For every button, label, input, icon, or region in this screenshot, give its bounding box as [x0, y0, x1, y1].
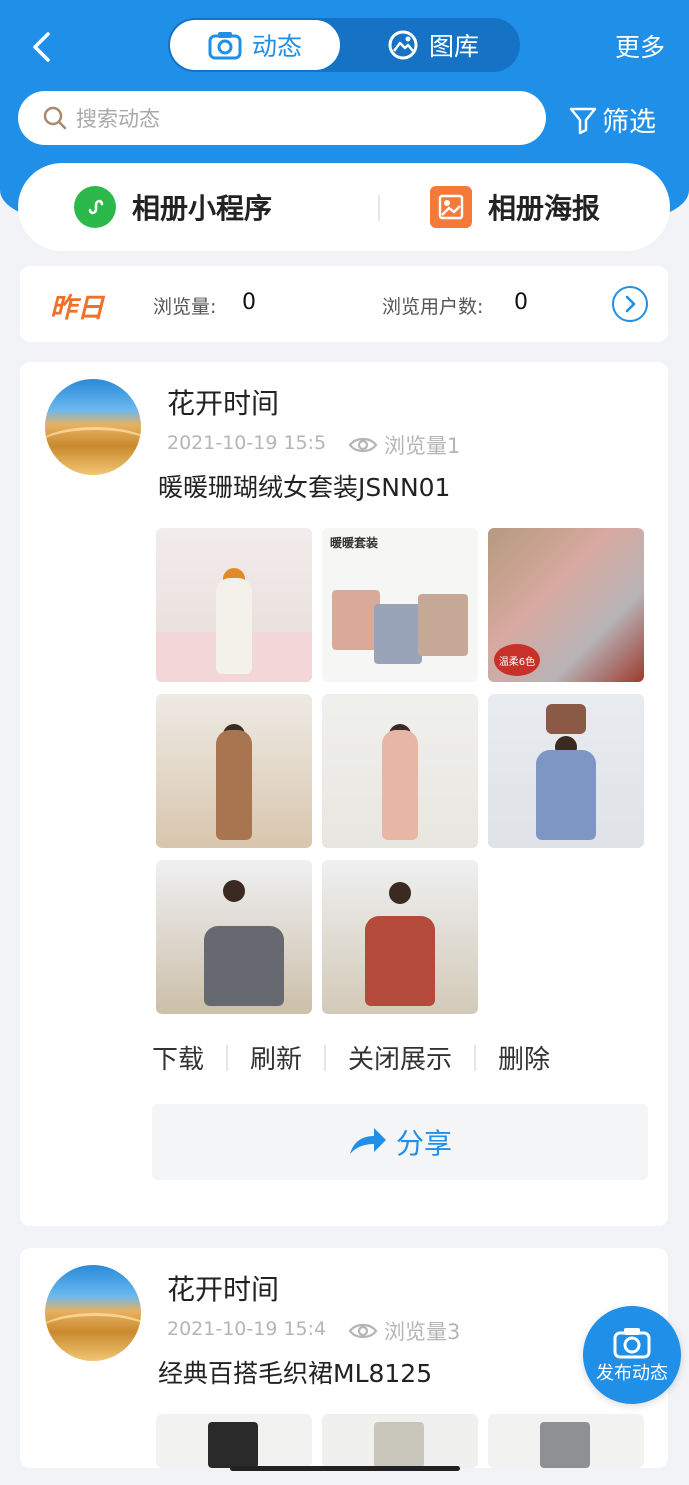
eye-icon — [348, 1323, 378, 1339]
photo-badge: 温柔6色 — [494, 644, 540, 676]
tab-gallery[interactable]: 图库 — [348, 18, 518, 72]
search-icon — [43, 106, 67, 130]
photo-thumb[interactable] — [488, 694, 644, 848]
share-label: 分享 — [395, 1127, 452, 1160]
chevron-left-icon — [33, 32, 50, 62]
views-value: 0 — [242, 290, 256, 315]
tab-moments-label: 动态 — [251, 32, 302, 61]
mini-program-icon — [74, 186, 116, 228]
post-views-label: 浏览量3 — [384, 1320, 461, 1344]
photo-thumb[interactable] — [488, 1414, 644, 1468]
post-time: 2021-10-19 15:5 — [167, 432, 327, 454]
download-button[interactable]: 下载 — [152, 1039, 204, 1076]
quick-links-card: 相册小程序 相册海报 — [18, 163, 670, 251]
post-author: 花开时间 — [167, 1273, 280, 1306]
publish-label: 发布动态 — [596, 1363, 668, 1384]
publish-button[interactable]: 发布动态 — [583, 1306, 681, 1404]
home-indicator[interactable] — [230, 1466, 460, 1471]
back-button[interactable] — [24, 30, 58, 64]
photo-thumb[interactable]: 暖暖套装 — [322, 528, 478, 682]
post-card: 花开时间 2021-10-19 15:5 浏览量1 暖暖珊瑚绒女套装JSNN01… — [20, 362, 668, 1226]
views-label: 浏览量: — [153, 296, 217, 318]
funnel-icon — [569, 107, 597, 134]
poster-link[interactable]: 相册海报 — [430, 163, 600, 251]
users-value: 0 — [514, 290, 528, 315]
photo-thumb[interactable] — [156, 1414, 312, 1468]
share-icon — [349, 1128, 386, 1154]
avatar[interactable] — [45, 379, 141, 475]
divider — [378, 195, 380, 221]
eye-icon — [348, 437, 378, 453]
share-button[interactable]: 分享 — [152, 1104, 648, 1180]
post-title: 暖暖珊瑚绒女套装JSNN01 — [158, 473, 451, 502]
tab-moments[interactable]: 动态 — [170, 20, 340, 70]
photo-caption: 暖暖套装 — [330, 536, 379, 550]
gallery-icon — [388, 30, 418, 60]
poster-icon — [430, 186, 472, 228]
post-card: 花开时间 2021-10-19 15:4 浏览量3 经典百搭毛织裙ML8125 — [20, 1248, 668, 1468]
post-time: 2021-10-19 15:4 — [167, 1318, 327, 1340]
photo-thumb[interactable] — [156, 528, 312, 682]
post-views: 浏览量1 — [348, 430, 460, 460]
mini-program-link[interactable]: 相册小程序 — [74, 163, 272, 251]
camera-icon — [208, 32, 242, 60]
refresh-button[interactable]: 刷新 — [250, 1039, 302, 1076]
divider — [474, 1044, 477, 1071]
search-placeholder: 搜索动态 — [76, 107, 160, 131]
photo-thumb[interactable] — [322, 860, 478, 1014]
filter-button[interactable]: 筛选 — [568, 100, 656, 139]
delete-button[interactable]: 删除 — [498, 1039, 550, 1076]
photo-thumb[interactable] — [322, 1414, 478, 1468]
photo-thumb[interactable] — [156, 694, 312, 848]
search-input[interactable]: 搜索动态 — [18, 91, 546, 145]
tab-gallery-label: 图库 — [428, 32, 479, 61]
more-button[interactable]: 更多 — [615, 28, 665, 64]
yesterday-stats: 昨日 浏览量: 0 浏览用户数: 0 — [20, 266, 668, 342]
photo-thumb[interactable] — [156, 860, 312, 1014]
mini-program-label: 相册小程序 — [132, 192, 273, 225]
camera-icon — [613, 1328, 651, 1359]
divider — [226, 1044, 229, 1071]
divider — [324, 1044, 327, 1071]
view-switcher: 动态 图库 — [168, 18, 520, 72]
post-actions: 下载 刷新 关闭展示 删除 — [152, 1039, 550, 1076]
photo-thumb[interactable] — [322, 694, 478, 848]
users-label: 浏览用户数: — [382, 296, 484, 318]
avatar[interactable] — [45, 1265, 141, 1361]
hide-display-button[interactable]: 关闭展示 — [348, 1039, 452, 1076]
chevron-right-icon — [625, 295, 636, 313]
photo-thumb[interactable]: 温柔6色 — [488, 528, 644, 682]
stats-detail-button[interactable] — [612, 286, 648, 322]
filter-label: 筛选 — [602, 107, 656, 138]
yesterday-badge: 昨日 — [50, 293, 104, 324]
post-views: 浏览量3 — [348, 1316, 460, 1346]
post-author: 花开时间 — [167, 387, 280, 420]
post-views-label: 浏览量1 — [384, 434, 461, 458]
poster-label: 相册海报 — [488, 192, 601, 225]
post-title: 经典百搭毛织裙ML8125 — [158, 1359, 433, 1388]
